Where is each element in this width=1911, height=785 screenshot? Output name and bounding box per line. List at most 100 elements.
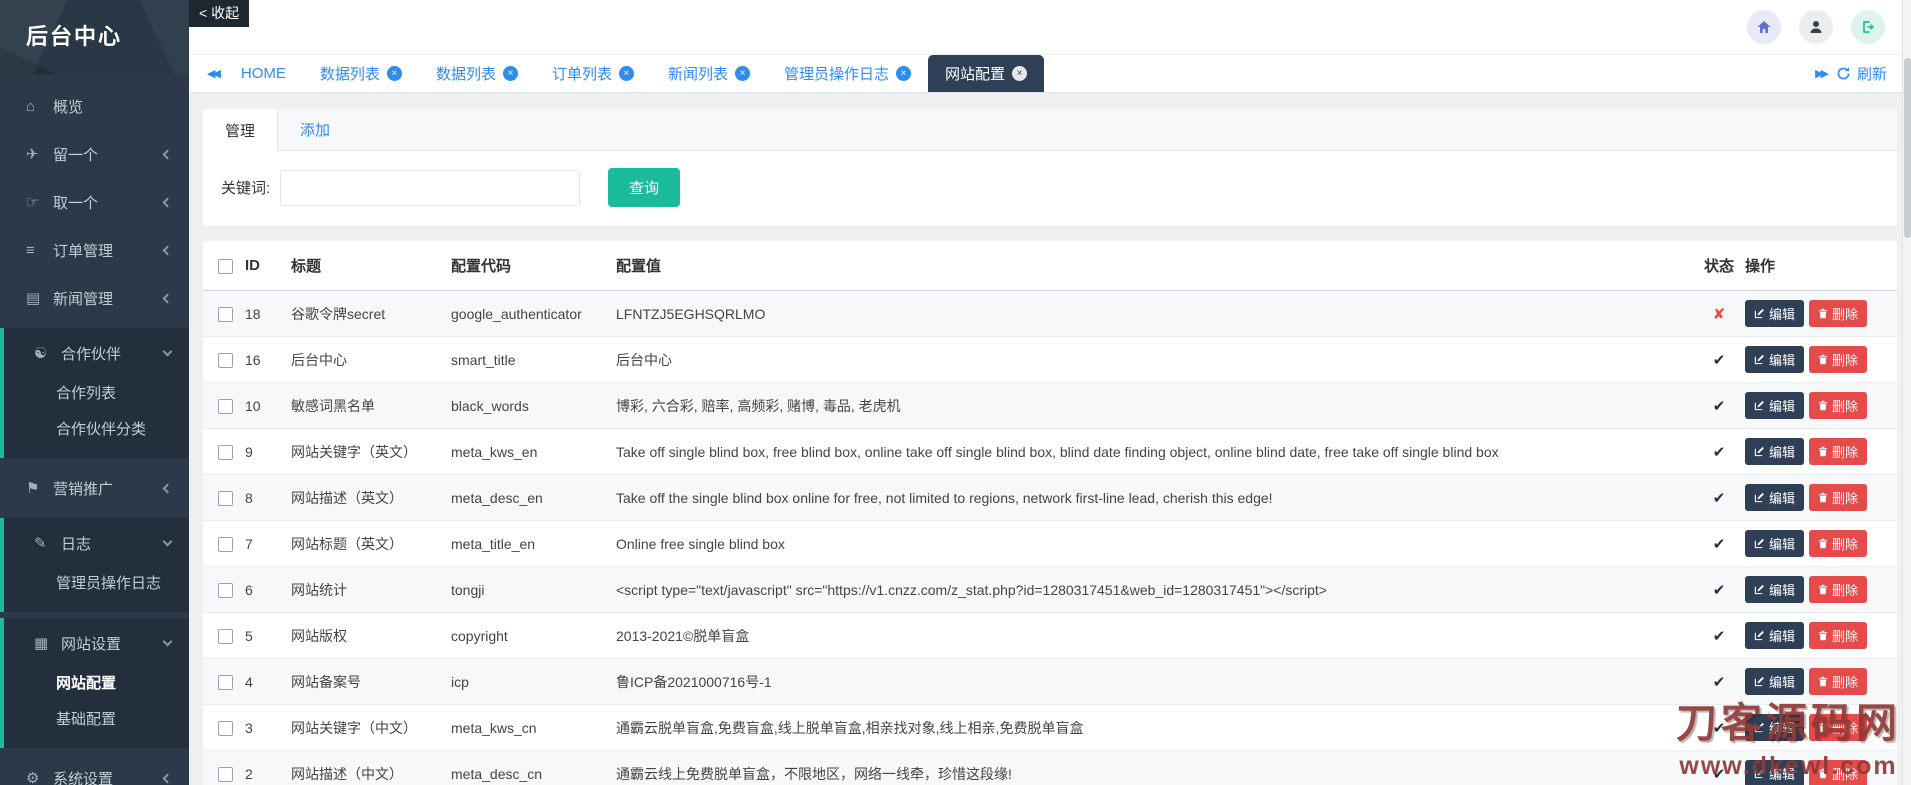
edit-button[interactable]: 编辑 xyxy=(1745,392,1804,419)
tab[interactable]: 数据列表× xyxy=(419,55,535,92)
status-enabled-icon[interactable]: ✔ xyxy=(1713,766,1726,783)
col-action: 操作 xyxy=(1745,241,1897,291)
delete-button[interactable]: 删除 xyxy=(1809,668,1867,695)
close-tab-icon[interactable]: × xyxy=(896,66,911,81)
sidebar-item-label: 新闻管理 xyxy=(53,288,164,309)
sidebar-subitem[interactable]: 基础配置 xyxy=(4,702,189,738)
edit-button[interactable]: 编辑 xyxy=(1745,346,1804,373)
tab[interactable]: 数据列表× xyxy=(303,55,419,92)
sidebar-item[interactable]: ▤新闻管理 xyxy=(0,274,189,322)
tab-add[interactable]: 添加 xyxy=(278,109,352,150)
sidebar-item[interactable]: ✈留一个 xyxy=(0,130,189,178)
search-button[interactable]: 查询 xyxy=(608,168,680,207)
edit-button[interactable]: 编辑 xyxy=(1745,576,1804,603)
cell-title: 谷歌令牌secret xyxy=(291,291,451,337)
sidebar-subitem[interactable]: 管理员操作日志 xyxy=(4,566,189,602)
delete-button[interactable]: 删除 xyxy=(1809,392,1867,419)
status-enabled-icon[interactable]: ✔ xyxy=(1713,628,1726,645)
sidebar-item[interactable]: ⚙系统设置 xyxy=(0,754,189,785)
edit-button[interactable]: 编辑 xyxy=(1745,300,1804,327)
tab[interactable]: 网站配置× xyxy=(928,55,1044,92)
sidebar-group: ▦网站设置网站配置基础配置 xyxy=(0,618,189,748)
sidebar-item[interactable]: ⚑营销推广 xyxy=(0,464,189,512)
sidebar-item[interactable]: ✎日志 xyxy=(4,520,189,566)
status-enabled-icon[interactable]: ✔ xyxy=(1713,720,1726,737)
row-checkbox[interactable] xyxy=(218,307,233,322)
close-tab-icon[interactable]: × xyxy=(503,66,518,81)
status-enabled-icon[interactable]: ✔ xyxy=(1713,674,1726,691)
home-button[interactable] xyxy=(1747,10,1781,44)
edit-button[interactable]: 编辑 xyxy=(1745,668,1804,695)
close-tab-icon[interactable]: × xyxy=(735,66,750,81)
sidebar-subitem[interactable]: 合作伙伴分类 xyxy=(4,412,189,448)
sidebar-item[interactable]: ▦网站设置 xyxy=(4,620,189,666)
edit-button[interactable]: 编辑 xyxy=(1745,438,1804,465)
row-checkbox[interactable] xyxy=(218,353,233,368)
scroll-tabs-left-icon[interactable]: ◀◀ xyxy=(189,67,224,80)
status-enabled-icon[interactable]: ✔ xyxy=(1713,444,1726,461)
tab[interactable]: 新闻列表× xyxy=(651,55,767,92)
cell-title: 网站描述（中文） xyxy=(291,751,451,785)
delete-button[interactable]: 删除 xyxy=(1809,622,1867,649)
delete-button[interactable]: 删除 xyxy=(1809,714,1867,741)
edit-button[interactable]: 编辑 xyxy=(1745,484,1804,511)
row-checkbox[interactable] xyxy=(218,491,233,506)
scrollbar-thumb[interactable] xyxy=(1904,58,1911,238)
delete-button[interactable]: 删除 xyxy=(1809,300,1867,327)
delete-button[interactable]: 删除 xyxy=(1809,576,1867,603)
close-tab-icon[interactable]: × xyxy=(619,66,634,81)
row-checkbox[interactable] xyxy=(218,629,233,644)
collapse-sidebar-button[interactable]: < 收起 xyxy=(189,0,249,27)
sidebar-item-label: 系统设置 xyxy=(53,768,164,785)
sidebar-item[interactable]: ☞取一个 xyxy=(0,178,189,226)
delete-button[interactable]: 删除 xyxy=(1809,530,1867,557)
status-enabled-icon[interactable]: ✔ xyxy=(1713,352,1726,369)
row-checkbox[interactable] xyxy=(218,721,233,736)
status-enabled-icon[interactable]: ✔ xyxy=(1713,582,1726,599)
cell-code: icp xyxy=(451,659,616,705)
sidebar-item[interactable]: ⌂概览 xyxy=(0,82,189,130)
edit-button[interactable]: 编辑 xyxy=(1745,714,1804,741)
table-row: 7网站标题（英文）meta_title_enOnline free single… xyxy=(203,521,1897,567)
cell-status: ✔ xyxy=(1693,659,1745,705)
row-checkbox[interactable] xyxy=(218,445,233,460)
row-checkbox[interactable] xyxy=(218,537,233,552)
vertical-scrollbar[interactable] xyxy=(1902,0,1911,785)
delete-button[interactable]: 删除 xyxy=(1809,484,1867,511)
tab[interactable]: 管理员操作日志× xyxy=(767,55,928,92)
delete-button[interactable]: 删除 xyxy=(1809,346,1867,373)
cell-title: 网站关键字（中文） xyxy=(291,705,451,751)
status-enabled-icon[interactable]: ✔ xyxy=(1713,490,1726,507)
sidebar-subitem[interactable]: 网站配置 xyxy=(4,666,189,702)
status-enabled-icon[interactable]: ✔ xyxy=(1713,536,1726,553)
scroll-tabs-right-icon[interactable]: ▶▶ xyxy=(1809,67,1836,80)
close-tab-icon[interactable]: × xyxy=(1012,66,1027,81)
tab[interactable]: HOME xyxy=(224,55,303,92)
delete-button[interactable]: 删除 xyxy=(1809,760,1867,785)
edit-button[interactable]: 编辑 xyxy=(1745,530,1804,557)
sidebar-item[interactable]: ≡订单管理 xyxy=(0,226,189,274)
edit-button[interactable]: 编辑 xyxy=(1745,622,1804,649)
cell-status: ✔ xyxy=(1693,613,1745,659)
sidebar-group: ☯合作伙伴合作列表合作伙伴分类 xyxy=(0,328,189,458)
row-checkbox[interactable] xyxy=(218,583,233,598)
edit-button[interactable]: 编辑 xyxy=(1745,760,1804,785)
status-enabled-icon[interactable]: ✔ xyxy=(1713,398,1726,415)
search-form: 关键词: 查询 xyxy=(203,151,1897,226)
tab[interactable]: 订单列表× xyxy=(535,55,651,92)
row-checkbox[interactable] xyxy=(218,675,233,690)
sidebar-subitem[interactable]: 合作列表 xyxy=(4,376,189,412)
keyword-input[interactable] xyxy=(280,170,580,206)
user-button[interactable] xyxy=(1799,10,1833,44)
tab-manage[interactable]: 管理 xyxy=(203,109,278,151)
refresh-button[interactable]: 刷新 xyxy=(1836,63,1911,84)
delete-button[interactable]: 删除 xyxy=(1809,438,1867,465)
select-all-checkbox[interactable] xyxy=(218,259,233,274)
row-checkbox[interactable] xyxy=(218,399,233,414)
row-checkbox[interactable] xyxy=(218,767,233,782)
sidebar-item[interactable]: ☯合作伙伴 xyxy=(4,330,189,376)
edit-icon xyxy=(1754,584,1765,595)
status-disabled-icon[interactable]: ✘ xyxy=(1713,306,1726,323)
logout-button[interactable] xyxy=(1851,10,1885,44)
close-tab-icon[interactable]: × xyxy=(387,66,402,81)
